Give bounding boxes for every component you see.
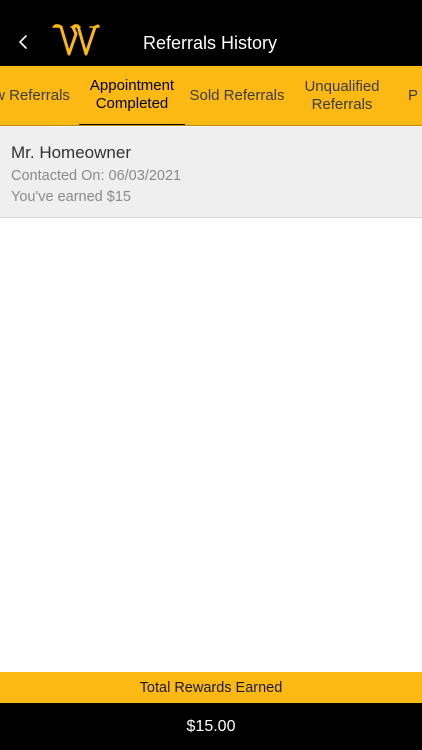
tab-new-referrals[interactable]: w Referrals bbox=[0, 66, 78, 126]
page-title: Referrals History bbox=[142, 33, 278, 53]
tab-label: Unqualified Referrals bbox=[304, 78, 380, 113]
referral-list: Mr. Homeowner Contacted On: 06/03/2021 Y… bbox=[0, 127, 422, 218]
chevron-left-icon bbox=[19, 35, 27, 49]
back-button[interactable] bbox=[12, 28, 34, 56]
tab-label: P bbox=[408, 87, 419, 104]
total-rewards-bar: $15.00 bbox=[0, 703, 422, 750]
tab-label: w Referrals bbox=[0, 87, 70, 104]
tab-partial[interactable]: P bbox=[408, 66, 422, 126]
tab-unqualified-referrals[interactable]: Unqualified Referrals bbox=[294, 66, 390, 126]
rewards-label-bar: Total Rewards Earned bbox=[0, 672, 422, 703]
screen: Referrals History w Referrals Appointmen… bbox=[0, 0, 422, 750]
tab-sold-referrals[interactable]: Sold Referrals bbox=[186, 66, 288, 126]
w-logo-icon bbox=[52, 22, 100, 62]
referral-earned: You've earned $15 bbox=[11, 189, 131, 205]
referral-contacted-date: Contacted On: 06/03/2021 bbox=[11, 168, 182, 184]
tab-bar: w Referrals Appointment Completed Sold Re… bbox=[0, 66, 422, 126]
tab-label: Appointment Completed bbox=[89, 77, 175, 112]
tab-appointment-completed[interactable]: Appointment Completed bbox=[79, 66, 185, 126]
tab-divider bbox=[0, 125, 422, 126]
header: Referrals History bbox=[0, 0, 422, 66]
total-rewards-value: $15.00 bbox=[186, 717, 236, 735]
tab-label: Sold Referrals bbox=[189, 87, 285, 104]
referral-name: Mr. Homeowner bbox=[11, 143, 131, 162]
rewards-label: Total Rewards Earned bbox=[139, 679, 283, 696]
list-item[interactable]: Mr. Homeowner Contacted On: 06/03/2021 Y… bbox=[0, 127, 422, 218]
